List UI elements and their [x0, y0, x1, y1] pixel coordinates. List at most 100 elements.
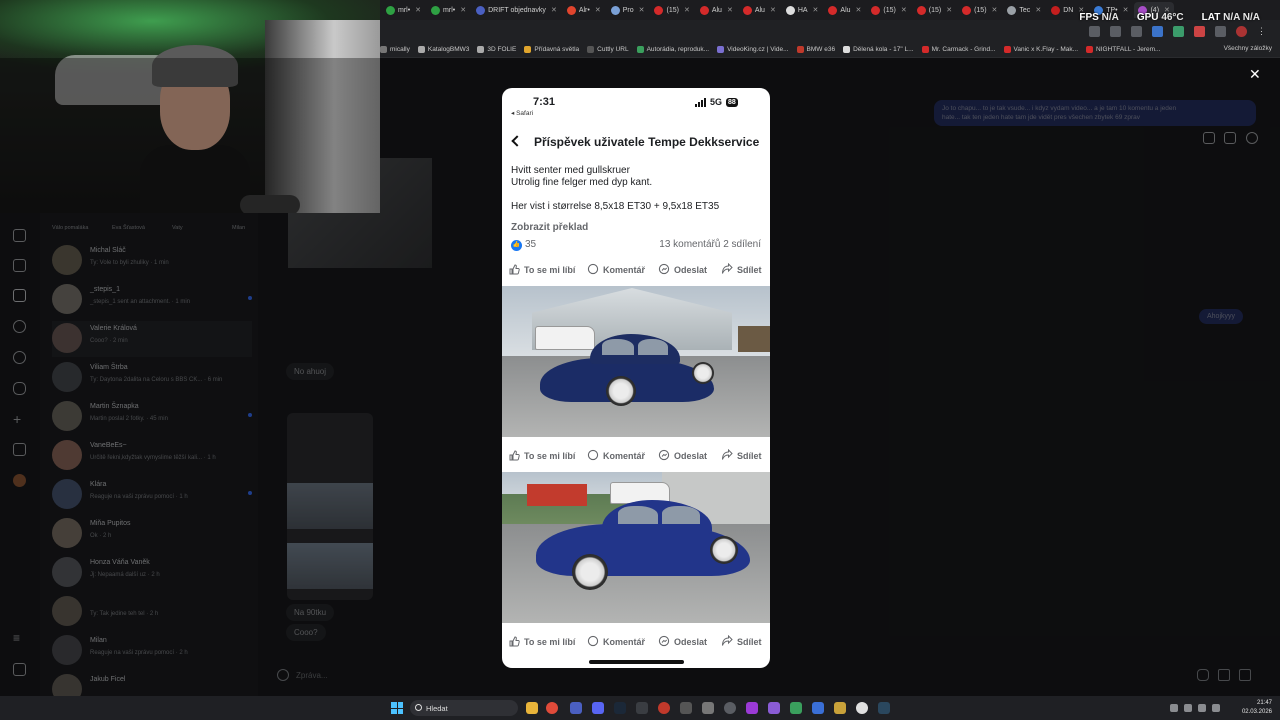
send-button[interactable]: Odeslat	[658, 263, 707, 277]
thumbs-up-icon	[508, 263, 520, 277]
bookmark-item[interactable]: Autorádia, reproduk...	[636, 46, 709, 53]
post-text-line: Utrolig fine felger med dyp kant.	[511, 177, 653, 188]
tab-close-icon[interactable]: ✕	[992, 6, 998, 14]
tab-close-icon[interactable]: ✕	[684, 6, 690, 14]
bookmark-item[interactable]: 3D FOLIE	[477, 46, 516, 53]
close-icon[interactable]: ✕	[1249, 66, 1261, 83]
tab-close-icon[interactable]: ✕	[639, 6, 645, 14]
tab-close-icon[interactable]: ✕	[727, 6, 733, 14]
menu-kebab-icon[interactable]: ⋮	[1257, 26, 1268, 37]
tab-close-icon[interactable]: ✕	[946, 6, 952, 14]
app-icon[interactable]	[746, 702, 758, 714]
opera-icon[interactable]	[658, 702, 670, 714]
bookmark-item[interactable]: Mr. Carmack - Grind...	[921, 46, 996, 53]
send-button[interactable]: Odeslat	[658, 635, 707, 649]
bookmark-star-icon[interactable]	[1131, 25, 1142, 37]
bookmark-item[interactable]: Dělená kola - 17" L...	[843, 46, 914, 53]
like-button[interactable]: To se mi líbí	[508, 635, 575, 649]
app-icon[interactable]	[724, 702, 736, 714]
file-explorer-icon[interactable]	[526, 702, 538, 714]
tab-title: mrl•	[443, 6, 456, 14]
send-button[interactable]: Odeslat	[658, 449, 707, 463]
browser-tab[interactable]: Alu ✕	[739, 2, 780, 18]
browser-tab[interactable]: (15) ✕	[958, 2, 1001, 18]
comment-bubble-icon	[587, 449, 599, 463]
app-icon[interactable]	[790, 702, 802, 714]
extension-icon[interactable]	[1152, 25, 1163, 37]
app-icon[interactable]	[702, 702, 714, 714]
bookmark-item[interactable]: Cuttly URL	[587, 46, 629, 53]
comment-button[interactable]: Komentář	[587, 635, 645, 649]
browser-tab[interactable]: Alr• ✕	[563, 2, 605, 18]
bookmark-item[interactable]: KatalogBMW3	[417, 46, 469, 53]
comment-button[interactable]: Komentář	[587, 449, 645, 463]
share-button[interactable]: Sdílet	[721, 262, 762, 277]
browser-tab[interactable]: Alu ✕	[696, 2, 737, 18]
share-button[interactable]: Sdílet	[721, 448, 762, 463]
tab-close-icon[interactable]: ✕	[770, 6, 776, 14]
phone-screenshot[interactable]: 7:31 ◂ Safari 5G 88 Příspěvek uživatele …	[502, 88, 770, 668]
bookmark-item[interactable]: mically	[380, 46, 410, 53]
tab-close-icon[interactable]: ✕	[460, 6, 466, 14]
cast-icon[interactable]	[1089, 25, 1100, 37]
photo-car-window	[638, 339, 668, 355]
bookmark-item[interactable]: BMW e36	[796, 46, 835, 53]
like-label: To se mi líbí	[524, 451, 576, 461]
browser-tab[interactable]: HA ✕	[782, 2, 823, 18]
extension-icon[interactable]	[1173, 25, 1184, 37]
app-icon[interactable]	[570, 702, 582, 714]
clock[interactable]: 21:47 02.03.2026	[1242, 699, 1272, 717]
tab-close-icon[interactable]: ✕	[551, 6, 557, 14]
bookmark-item[interactable]: Přídavná světla	[524, 46, 579, 53]
like-button[interactable]: To se mi líbí	[508, 449, 575, 463]
windows-start-icon[interactable]	[391, 702, 403, 714]
app-icon[interactable]	[812, 702, 824, 714]
app-icon[interactable]	[636, 702, 648, 714]
bookmark-item[interactable]: NIGHTFALL - Jerem...	[1086, 46, 1160, 53]
bookmark-item[interactable]: Vanic x K.Flay - Mak...	[1003, 46, 1078, 53]
all-bookmarks-button[interactable]: Všechny záložky	[1224, 45, 1272, 52]
steam-icon[interactable]	[878, 702, 890, 714]
share-button[interactable]: Sdílet	[721, 634, 762, 649]
browser-tab[interactable]: (15) ✕	[650, 2, 693, 18]
battery-icon[interactable]	[1212, 704, 1220, 712]
tab-title: HA	[797, 6, 808, 14]
tab-close-icon[interactable]: ✕	[595, 6, 601, 14]
comment-button[interactable]: Komentář	[587, 263, 645, 277]
extensions-puzzle-icon[interactable]	[1215, 25, 1226, 37]
browser-tab[interactable]: Tec ✕	[1003, 2, 1045, 18]
browser-tab[interactable]: (15) ✕	[913, 2, 956, 18]
tab-close-icon[interactable]: ✕	[856, 6, 862, 14]
taskbar-search[interactable]: Hledat	[410, 700, 518, 716]
steam-icon[interactable]	[614, 702, 626, 714]
zoom-icon[interactable]	[1110, 25, 1121, 37]
like-button[interactable]: To se mi líbí	[508, 263, 575, 277]
obs-icon[interactable]	[856, 702, 868, 714]
extension-icon[interactable]	[1194, 25, 1205, 37]
browser-tab[interactable]: Alu ✕	[824, 2, 865, 18]
app-icon[interactable]	[768, 702, 780, 714]
browser-tab[interactable]: DRIFT objednavky ✕	[472, 2, 561, 18]
app-icon[interactable]	[834, 702, 846, 714]
battery-level: 88	[726, 97, 738, 107]
bookmark-favicon-icon	[417, 46, 425, 53]
tab-close-icon[interactable]: ✕	[1035, 6, 1041, 14]
browser-tab[interactable]: (15) ✕	[867, 2, 910, 18]
tray-chevron-icon[interactable]	[1170, 704, 1178, 712]
photo-car-wheel	[606, 376, 636, 406]
chrome-icon[interactable]	[546, 702, 558, 714]
browser-tab[interactable]: Pro ✕	[607, 2, 649, 18]
network-icon[interactable]	[1184, 704, 1192, 712]
volume-icon[interactable]	[1198, 704, 1206, 712]
discord-icon[interactable]	[592, 702, 604, 714]
browser-tab[interactable]: mrl• ✕	[427, 2, 470, 18]
app-icon[interactable]	[680, 702, 692, 714]
browser-tab[interactable]: mrl• ✕	[382, 2, 425, 18]
profile-avatar-icon[interactable]	[1236, 25, 1247, 37]
tab-close-icon[interactable]: ✕	[813, 6, 819, 14]
tab-close-icon[interactable]: ✕	[901, 6, 907, 14]
thumbs-up-icon	[508, 449, 520, 463]
tab-close-icon[interactable]: ✕	[415, 6, 421, 14]
tab-title: mrl•	[398, 6, 411, 14]
bookmark-item[interactable]: VideoKing.cz | Vide...	[717, 46, 789, 53]
